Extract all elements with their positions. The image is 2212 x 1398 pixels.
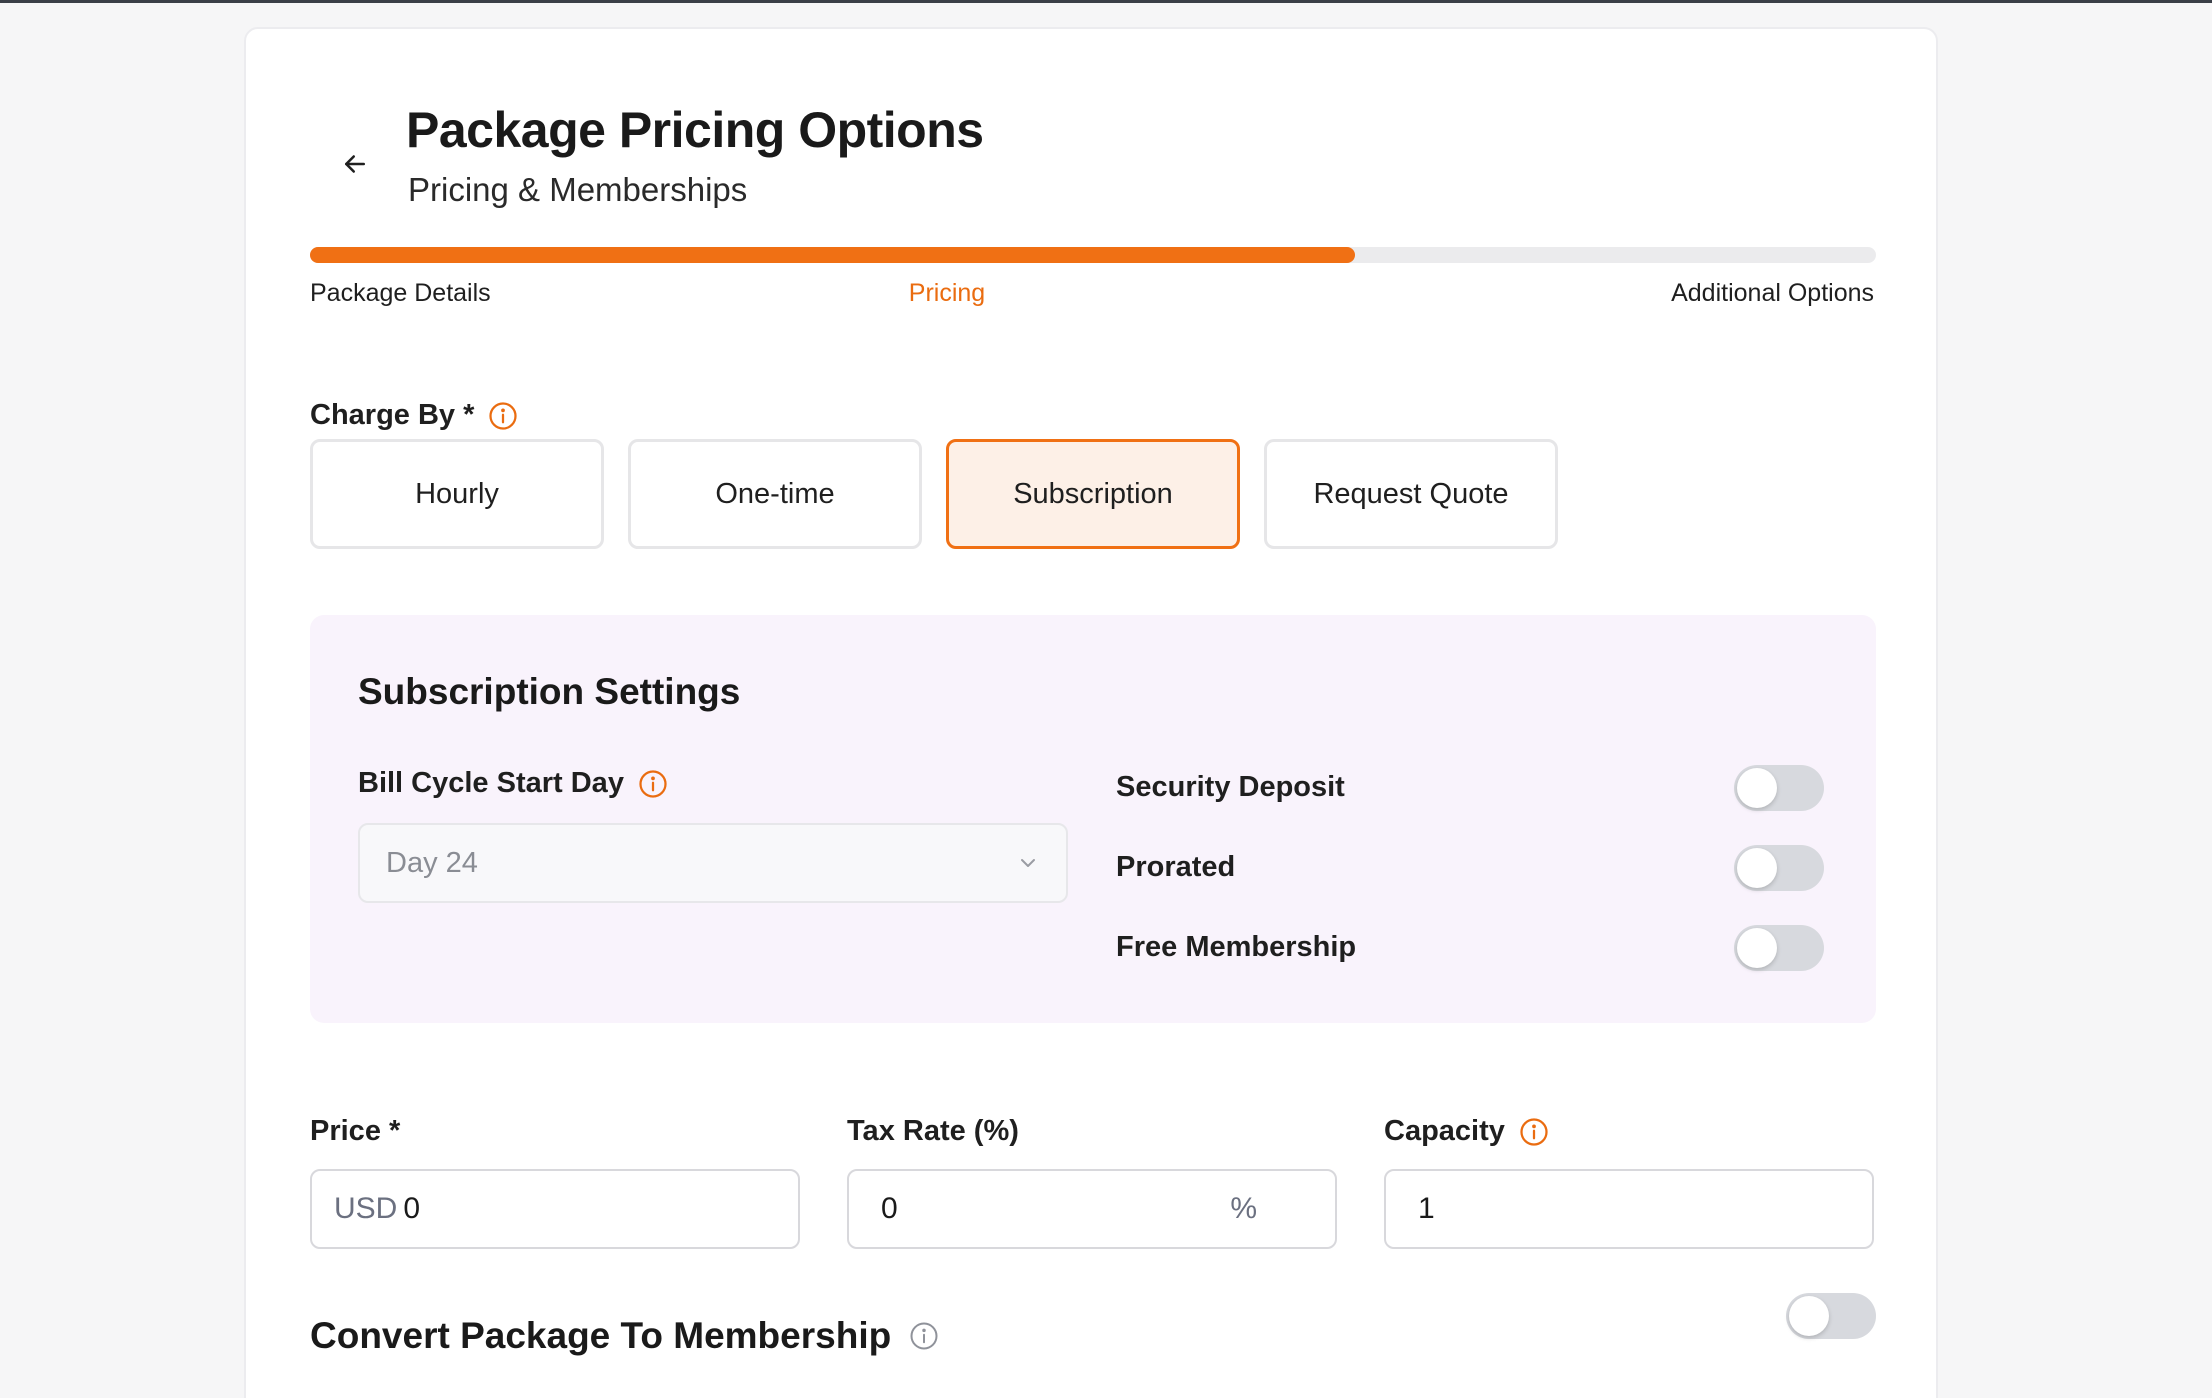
info-circle-icon[interactable]: [1519, 1117, 1549, 1147]
toggle-knob: [1737, 768, 1777, 808]
step-pricing[interactable]: Pricing: [822, 279, 1072, 308]
price-value: 0: [403, 1192, 421, 1225]
bill-cycle-value: Day 24: [386, 846, 478, 879]
capacity-value: 1: [1418, 1192, 1435, 1225]
step-additional-options[interactable]: Additional Options: [1671, 279, 1874, 308]
charge-by-label: Charge By *: [310, 399, 518, 432]
back-button[interactable]: [330, 139, 380, 189]
charge-option-request-quote[interactable]: Request Quote: [1264, 439, 1558, 549]
bill-cycle-label-text: Bill Cycle Start Day: [358, 767, 624, 799]
convert-to-membership-toggle[interactable]: [1786, 1293, 1876, 1339]
price-label: Price *: [310, 1115, 400, 1148]
prorated-label: Prorated: [1116, 851, 1236, 883]
security-deposit-label: Security Deposit: [1116, 771, 1345, 803]
toggle-knob: [1737, 848, 1777, 888]
currency-prefix: USD: [334, 1192, 398, 1225]
chevron-down-icon: [1021, 859, 1035, 867]
security-deposit-toggle[interactable]: [1734, 765, 1824, 811]
free-membership-toggle[interactable]: [1734, 925, 1824, 971]
capacity-input[interactable]: 1: [1384, 1169, 1874, 1249]
tax-rate-value: 0: [881, 1192, 898, 1225]
free-membership-label: Free Membership: [1116, 931, 1357, 963]
bill-cycle-select[interactable]: Day 24: [358, 823, 1068, 903]
tax-rate-label-text: Tax Rate (%): [847, 1115, 1019, 1147]
convert-label-text: Convert Package To Membership: [310, 1315, 892, 1356]
toggle-knob: [1737, 928, 1777, 968]
page-subtitle: Pricing & Memberships: [408, 171, 748, 208]
bill-cycle-label: Bill Cycle Start Day: [358, 767, 668, 800]
convert-to-membership-label: Convert Package To Membership: [310, 1315, 939, 1357]
charge-option-one-time[interactable]: One-time: [628, 439, 922, 549]
info-circle-icon[interactable]: [638, 769, 668, 799]
percent-suffix: %: [1230, 1192, 1257, 1225]
charge-by-label-text: Charge By *: [310, 399, 475, 431]
tax-rate-label: Tax Rate (%): [847, 1115, 1019, 1148]
arrow-left-icon: [345, 155, 365, 173]
capacity-label-text: Capacity: [1384, 1115, 1505, 1147]
info-circle-icon[interactable]: [909, 1321, 939, 1351]
page-title: Package Pricing Options: [406, 102, 984, 158]
toggle-knob: [1789, 1296, 1829, 1336]
step-package-details[interactable]: Package Details: [310, 279, 491, 308]
progress-bar: [310, 247, 1876, 263]
subscription-settings-panel: Subscription Settings Bill Cycle Start D…: [310, 615, 1876, 1023]
charge-option-hourly[interactable]: Hourly: [310, 439, 604, 549]
charge-option-subscription[interactable]: Subscription: [946, 439, 1240, 549]
subscription-settings-title: Subscription Settings: [358, 671, 741, 712]
price-label-text: Price *: [310, 1115, 401, 1147]
progress-fill: [310, 247, 1355, 263]
prorated-toggle[interactable]: [1734, 845, 1824, 891]
tax-rate-input[interactable]: 0 %: [847, 1169, 1337, 1249]
info-circle-icon[interactable]: [488, 401, 518, 431]
price-input[interactable]: USD 0: [310, 1169, 800, 1249]
pricing-card: Package Pricing Options Pricing & Member…: [244, 27, 1938, 1398]
capacity-label: Capacity: [1384, 1115, 1549, 1148]
